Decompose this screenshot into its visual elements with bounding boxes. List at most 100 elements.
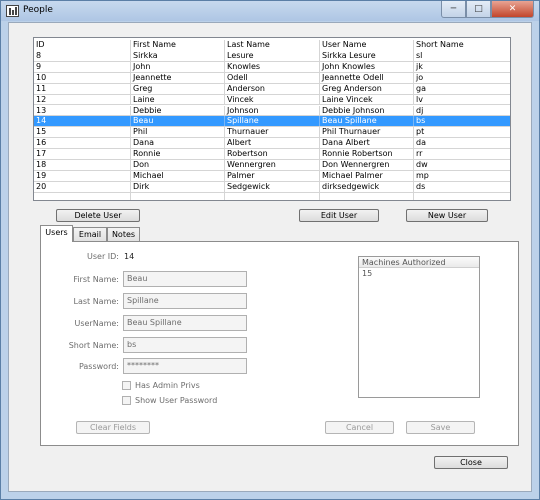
- tab-users[interactable]: Users: [40, 225, 73, 242]
- cell-last-name[interactable]: Vincek: [225, 94, 320, 105]
- cell-id[interactable]: 13: [34, 105, 131, 116]
- cell-id[interactable]: 12: [34, 94, 131, 105]
- cell-last-name[interactable]: Spillane: [225, 116, 320, 127]
- cell-user-name[interactable]: Sirkka Lesure: [320, 51, 414, 61]
- table-row[interactable]: 8 Sirkka Lesure Sirkka Lesure sl: [34, 51, 510, 62]
- new-user-button[interactable]: New User: [406, 209, 488, 222]
- table-row[interactable]: 11 Greg Anderson Greg Anderson ga: [34, 83, 510, 95]
- cell-first-name[interactable]: Beau: [131, 116, 225, 127]
- cell-user-name[interactable]: Don Wennergren: [320, 160, 414, 170]
- cell-last-name[interactable]: Lesure: [225, 51, 320, 61]
- cell-last-name[interactable]: Albert: [225, 138, 320, 149]
- cell-short-name[interactable]: da: [414, 138, 510, 148]
- cell-user-name[interactable]: Dana Albert: [320, 138, 414, 149]
- last-name-field[interactable]: Spillane: [123, 293, 247, 309]
- cell-user-name[interactable]: Michael Palmer: [320, 170, 414, 181]
- cell-first-name[interactable]: Dana: [131, 138, 225, 149]
- cell-short-name[interactable]: mp: [414, 171, 510, 181]
- cell-last-name[interactable]: Thurnauer: [225, 127, 320, 138]
- cell-last-name[interactable]: Anderson: [225, 83, 320, 94]
- table-row[interactable]: 18 Don Wennergren Don Wennergren dw: [34, 160, 510, 171]
- cell-user-name[interactable]: Ronnie Robertson: [320, 149, 414, 159]
- maximize-button[interactable]: □: [466, 1, 491, 18]
- column-header-short-name[interactable]: Short Name: [414, 40, 510, 51]
- minimize-button[interactable]: ─: [441, 1, 466, 18]
- checkbox-box[interactable]: [122, 396, 131, 405]
- first-name-field[interactable]: Beau: [123, 271, 247, 287]
- save-button[interactable]: Save: [406, 421, 475, 434]
- cell-first-name[interactable]: Don: [131, 160, 225, 170]
- column-header-id[interactable]: ID: [34, 40, 131, 51]
- admin-privs-checkbox[interactable]: Has Admin Privs: [122, 381, 200, 390]
- table-row[interactable]: 15 Phil Thurnauer Phil Thurnauer pt: [34, 127, 510, 139]
- tab-email[interactable]: Email: [73, 227, 107, 242]
- cell-first-name[interactable]: Phil: [131, 127, 225, 138]
- cell-id[interactable]: 19: [34, 170, 131, 181]
- cell-id[interactable]: 15: [34, 127, 131, 138]
- table-row[interactable]: 20 Dirk Sedgewick dirksedgewick ds: [34, 181, 510, 193]
- cell-user-name[interactable]: dirksedgewick: [320, 181, 414, 192]
- cell-id[interactable]: 17: [34, 149, 131, 159]
- cell-short-name[interactable]: ds: [414, 182, 510, 192]
- cell-id[interactable]: 9: [34, 61, 131, 72]
- people-grid[interactable]: ID First Name Last Name User Name Short …: [33, 37, 511, 201]
- cell-user-name[interactable]: Jeannette Odell: [320, 72, 414, 83]
- cancel-button[interactable]: Cancel: [325, 421, 394, 434]
- cell-user-name[interactable]: John Knowles: [320, 61, 414, 72]
- table-row[interactable]: 12 Laine Vincek Laine Vincek lv: [34, 94, 510, 106]
- cell-id[interactable]: 14: [34, 116, 131, 127]
- cell-last-name[interactable]: Odell: [225, 72, 320, 83]
- cell-short-name[interactable]: dj: [414, 106, 510, 116]
- cell-last-name[interactable]: Sedgewick: [225, 181, 320, 192]
- cell-first-name[interactable]: Michael: [131, 170, 225, 181]
- cell-first-name[interactable]: Ronnie: [131, 149, 225, 159]
- column-header-user-name[interactable]: User Name: [320, 40, 414, 51]
- cell-first-name[interactable]: Jeannette: [131, 72, 225, 83]
- cell-first-name[interactable]: Debbie: [131, 105, 225, 116]
- cell-first-name[interactable]: Sirkka: [131, 51, 225, 61]
- edit-user-button[interactable]: Edit User: [299, 209, 379, 222]
- title-bar[interactable]: People ─ □ ✕: [1, 1, 539, 21]
- cell-last-name[interactable]: Wennergren: [225, 160, 320, 170]
- cell-short-name[interactable]: lv: [414, 95, 510, 105]
- cell-user-name[interactable]: Debbie Johnson: [320, 105, 414, 116]
- show-password-checkbox[interactable]: Show User Password: [122, 396, 217, 405]
- short-name-field[interactable]: bs: [123, 337, 247, 353]
- clear-fields-button[interactable]: Clear Fields: [76, 421, 150, 434]
- cell-short-name[interactable]: jk: [414, 62, 510, 72]
- close-button[interactable]: Close: [434, 456, 508, 469]
- username-field[interactable]: Beau Spillane: [123, 315, 247, 331]
- column-header-last-name[interactable]: Last Name: [225, 40, 320, 51]
- cell-id[interactable]: 16: [34, 138, 131, 149]
- cell-short-name[interactable]: sl: [414, 51, 510, 61]
- table-row[interactable]: 19 Michael Palmer Michael Palmer mp: [34, 170, 510, 182]
- machine-list-item[interactable]: 15: [359, 268, 479, 279]
- cell-id[interactable]: 20: [34, 181, 131, 192]
- password-field[interactable]: ********: [123, 358, 247, 374]
- cell-user-name[interactable]: Phil Thurnauer: [320, 127, 414, 138]
- cell-short-name[interactable]: pt: [414, 127, 510, 137]
- cell-last-name[interactable]: Robertson: [225, 149, 320, 159]
- table-row[interactable]: 17 Ronnie Robertson Ronnie Robertson rr: [34, 149, 510, 160]
- cell-id[interactable]: 11: [34, 83, 131, 94]
- table-row[interactable]: 13 Debbie Johnson Debbie Johnson dj: [34, 105, 510, 117]
- cell-user-name[interactable]: Beau Spillane: [320, 116, 414, 127]
- machines-authorized-list[interactable]: Machines Authorized 15: [358, 256, 480, 398]
- table-row[interactable]: 10 Jeannette Odell Jeannette Odell jo: [34, 72, 510, 84]
- window-close-button[interactable]: ✕: [491, 1, 534, 18]
- table-row[interactable]: 14 Beau Spillane Beau Spillane bs: [34, 116, 510, 128]
- cell-short-name[interactable]: bs: [414, 116, 510, 126]
- table-row[interactable]: 9 John Knowles John Knowles jk: [34, 61, 510, 73]
- cell-user-name[interactable]: Greg Anderson: [320, 83, 414, 94]
- cell-last-name[interactable]: Knowles: [225, 61, 320, 72]
- cell-last-name[interactable]: Palmer: [225, 170, 320, 181]
- cell-last-name[interactable]: Johnson: [225, 105, 320, 116]
- column-header-first-name[interactable]: First Name: [131, 40, 225, 51]
- cell-first-name[interactable]: Dirk: [131, 181, 225, 192]
- cell-id[interactable]: 10: [34, 72, 131, 83]
- cell-first-name[interactable]: John: [131, 61, 225, 72]
- cell-first-name[interactable]: Laine: [131, 94, 225, 105]
- tab-notes[interactable]: Notes: [107, 227, 140, 242]
- cell-short-name[interactable]: dw: [414, 160, 510, 170]
- cell-short-name[interactable]: ga: [414, 84, 510, 94]
